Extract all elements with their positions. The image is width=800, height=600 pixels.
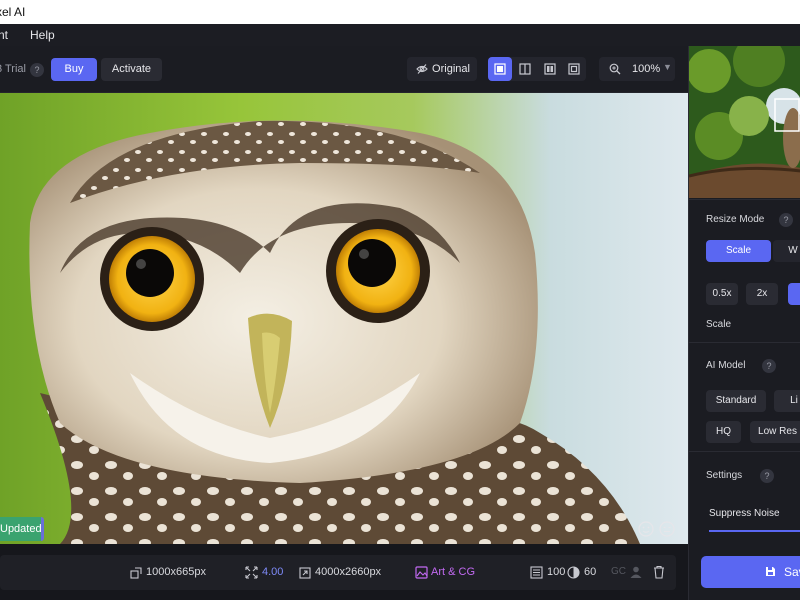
split-view-icon [519, 63, 531, 75]
view-side-by-side-button[interactable] [538, 57, 562, 81]
trash-icon[interactable] [653, 565, 665, 579]
resize-mode-help-icon[interactable]: ? [779, 213, 793, 227]
view-mode-group [488, 57, 586, 81]
scale-label: Scale [706, 319, 732, 330]
save-button[interactable]: Sav [701, 556, 800, 588]
chevron-down-icon: ▼ [663, 62, 672, 72]
buy-button[interactable]: Buy [51, 58, 97, 81]
output-size: 4000x2660px [315, 566, 382, 578]
zoom-control[interactable]: 100% ▼ [599, 57, 675, 81]
settings-label: Settings [706, 470, 743, 481]
resize-mode-label: Resize Mode [706, 214, 765, 225]
eye-off-icon [416, 64, 428, 74]
gc-label: GC [611, 566, 626, 577]
image-canvas[interactable] [0, 93, 688, 544]
compare-view-icon [568, 63, 580, 75]
suppress-noise-slider[interactable] [709, 530, 800, 532]
model-lowres-button[interactable]: Low Res [750, 421, 800, 443]
original-label: Original [432, 63, 470, 75]
image-type[interactable]: Art & CG [431, 566, 475, 578]
output-size-icon [299, 567, 311, 579]
trial-help-icon[interactable]: ? [30, 63, 44, 77]
menu-bar: nt Help [0, 24, 800, 46]
scale-0-5x-button[interactable]: 0.5x [706, 283, 738, 305]
trial-label: 3 Trial [0, 63, 26, 75]
divider [689, 199, 800, 200]
thumbnail-image [689, 46, 800, 198]
scale-tab[interactable]: Scale [706, 240, 771, 262]
menu-item-help[interactable]: Help [30, 28, 55, 42]
suppress-noise-label[interactable]: Suppress Noise [709, 508, 780, 519]
scale-factor: 4.00 [262, 566, 284, 578]
ai-model-help-icon[interactable]: ? [762, 359, 776, 373]
toolbar: 3 Trial ? Buy Activate Original [0, 46, 688, 93]
view-single-button[interactable] [488, 57, 512, 81]
art-image-icon [415, 566, 428, 579]
preview-thumbnail[interactable] [689, 46, 800, 198]
activate-button[interactable]: Activate [101, 58, 162, 81]
contrast-icon [567, 566, 580, 579]
view-compare-button[interactable] [562, 57, 586, 81]
side-by-side-icon [544, 63, 556, 75]
scale-4x-button[interactable] [788, 283, 800, 305]
model-standard-button[interactable]: Standard [706, 390, 766, 412]
zoom-value: 100% [632, 63, 661, 75]
smile-icon[interactable] [638, 521, 654, 537]
original-button[interactable]: Original [407, 57, 477, 81]
title-bar: xel AI [0, 0, 800, 24]
model-lite-button[interactable]: Li [774, 390, 800, 412]
resize-icon [130, 567, 142, 579]
window-title: xel AI [0, 5, 26, 19]
status-bar: 1000x665px 4.00 4000x2660px Art & CG 100… [0, 555, 676, 590]
quality-value: 100 [547, 566, 566, 578]
strength-value: 60 [584, 566, 597, 578]
user-icon[interactable] [629, 565, 643, 579]
view-split-button[interactable] [513, 57, 537, 81]
divider [689, 342, 800, 343]
resize-mode-header: Resize Mode ? [706, 213, 793, 227]
neutral-face-icon[interactable] [659, 521, 675, 537]
ai-model-header: AI Model ? [706, 359, 776, 373]
zoom-icon [609, 63, 621, 75]
settings-header: Settings ? [706, 469, 774, 483]
single-view-icon [494, 63, 506, 75]
width-tab[interactable]: W [773, 240, 800, 262]
source-size: 1000x665px [146, 566, 206, 578]
menu-item-account[interactable]: nt [0, 28, 8, 42]
save-label: Sav [784, 565, 800, 579]
settings-panel: Resize Mode ? Scale W 0.5x 2x Scale AI M… [688, 46, 800, 600]
owl-image [0, 93, 688, 544]
updated-badge[interactable]: Updated [0, 517, 44, 541]
scale-2x-button[interactable]: 2x [746, 283, 778, 305]
divider [689, 451, 800, 452]
quality-icon [530, 566, 543, 579]
save-icon [766, 567, 775, 576]
settings-help-icon[interactable]: ? [760, 469, 774, 483]
ai-model-label: AI Model [706, 360, 746, 371]
model-hq-button[interactable]: HQ [706, 421, 741, 443]
expand-arrows-icon [245, 566, 258, 579]
